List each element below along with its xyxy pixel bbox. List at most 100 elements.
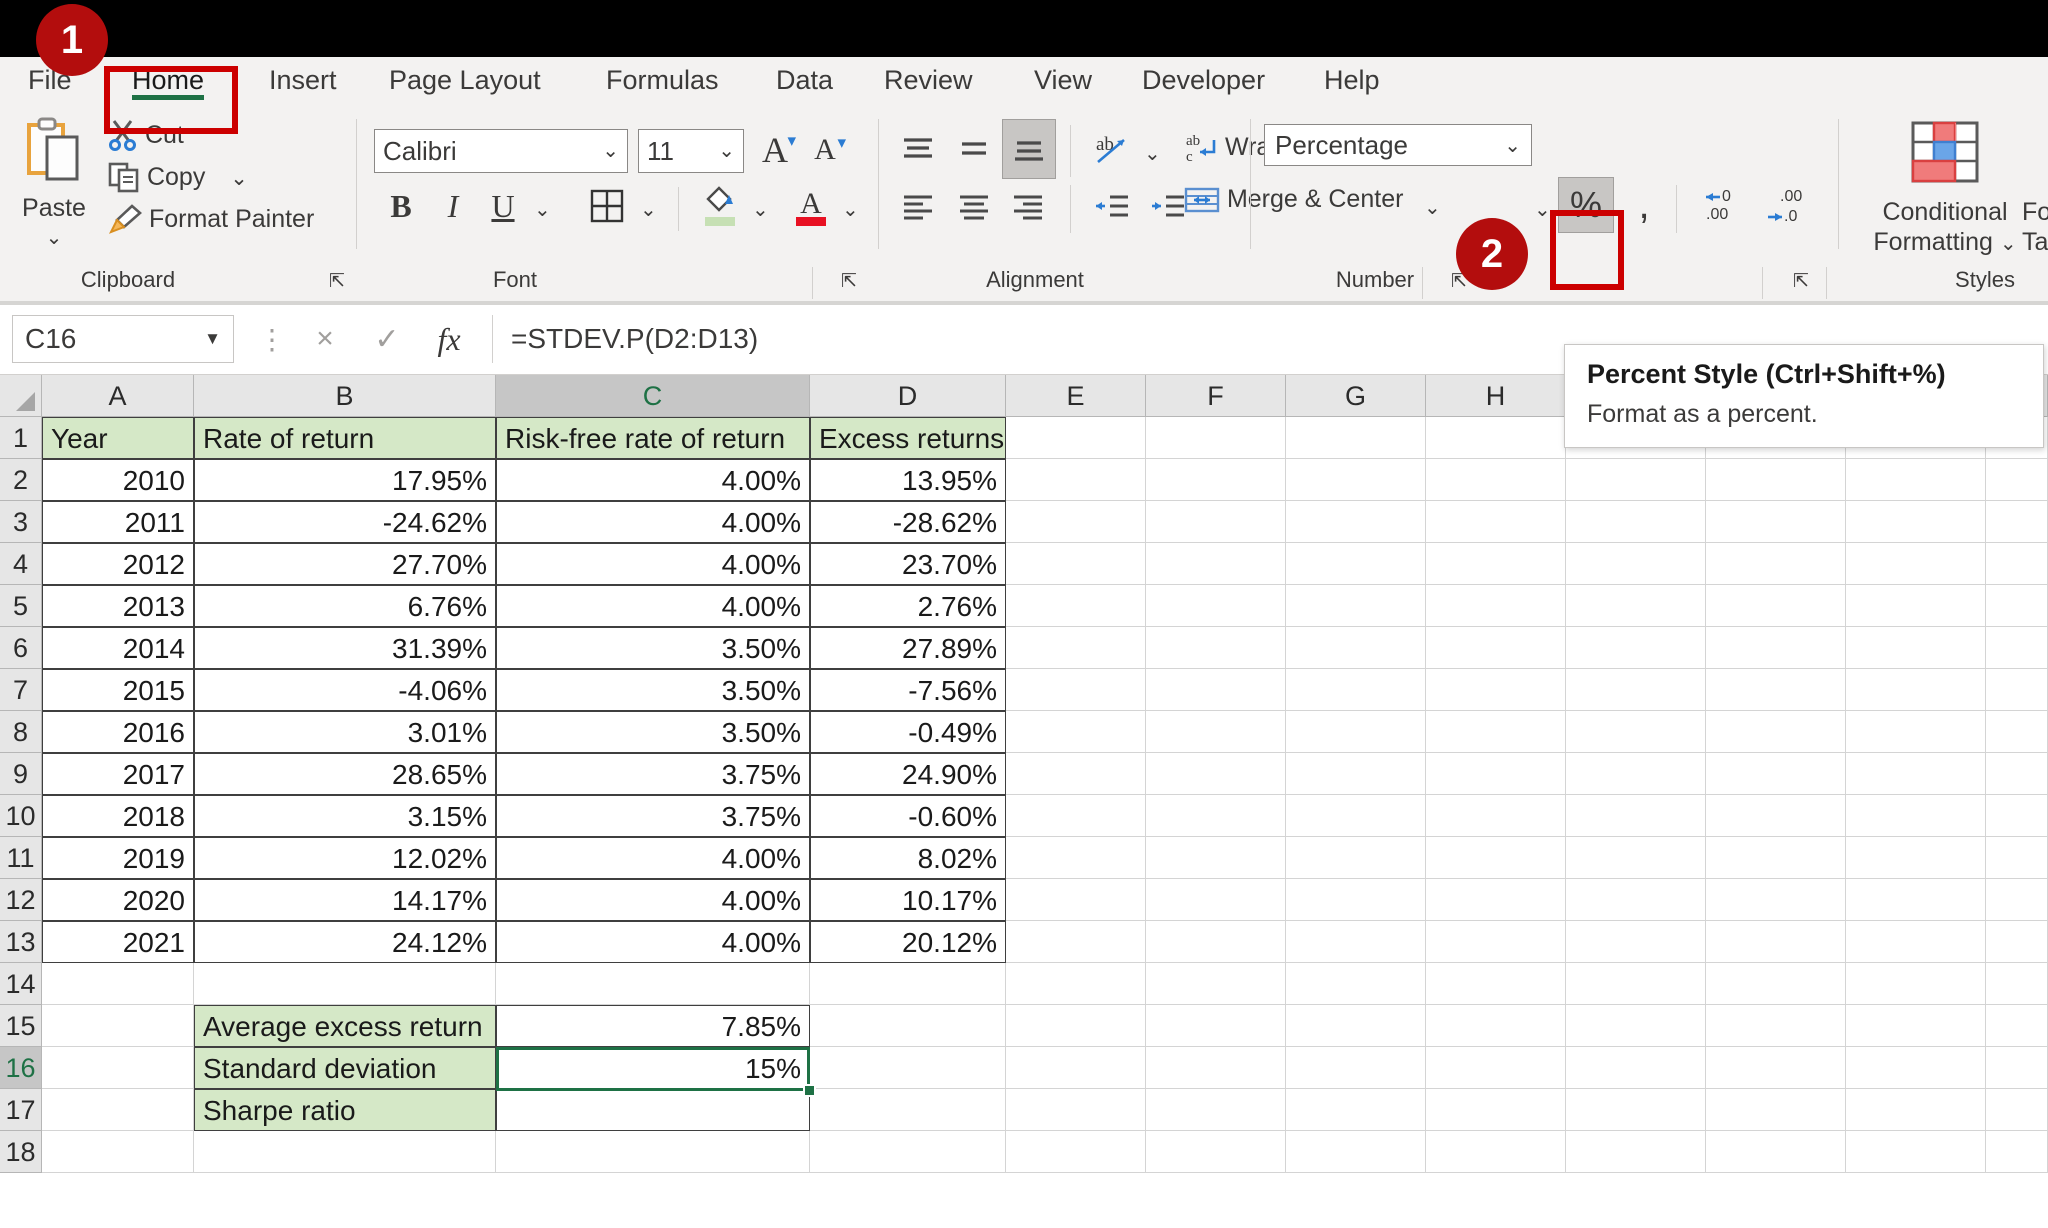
cell-a8[interactable]: 2016	[42, 711, 194, 753]
row-header-3[interactable]: 3	[0, 501, 42, 543]
cell-b15[interactable]: Average excess return	[194, 1005, 496, 1047]
number-format-select[interactable]: Percentage ⌄	[1264, 124, 1532, 166]
cell-d13[interactable]: 20.12%	[810, 921, 1006, 963]
increase-decimal-button[interactable]: 0 .00	[1692, 177, 1752, 233]
fill-color-button[interactable]	[694, 179, 746, 233]
row-header-14[interactable]: 14	[0, 963, 42, 1005]
tab-data[interactable]: Data	[762, 57, 847, 105]
cell-c5[interactable]: 4.00%	[496, 585, 810, 627]
cell-c13[interactable]: 4.00%	[496, 921, 810, 963]
cell-c9[interactable]: 3.75%	[496, 753, 810, 795]
cell-a3[interactable]: 2011	[42, 501, 194, 543]
font-name-chevron-down-icon[interactable]: ⌄	[602, 138, 619, 164]
cell-d1-header[interactable]: Excess returns	[810, 417, 1006, 459]
row-header-12[interactable]: 12	[0, 879, 42, 921]
insert-function-button[interactable]: fx	[420, 315, 478, 363]
orientation-chevron-down-icon[interactable]: ⌄	[1144, 141, 1161, 166]
cell-a7[interactable]: 2015	[42, 669, 194, 711]
tab-page-layout[interactable]: Page Layout	[375, 57, 555, 105]
decrease-font-size-button[interactable]: A ▾	[802, 125, 848, 175]
font-size-input[interactable]: 11 ⌄	[638, 129, 744, 173]
cell-b2[interactable]: 17.95%	[194, 459, 496, 501]
font-name-input[interactable]: Calibri ⌄	[374, 129, 628, 173]
column-header-b[interactable]: B	[194, 375, 496, 417]
cell-c1-header[interactable]: Risk-free rate of return	[496, 417, 810, 459]
cell-a2[interactable]: 2010	[42, 459, 194, 501]
cell-d3[interactable]: -28.62%	[810, 501, 1006, 543]
fill-handle[interactable]	[803, 1084, 816, 1097]
cell-c4[interactable]: 4.00%	[496, 543, 810, 585]
tab-developer[interactable]: Developer	[1128, 57, 1279, 105]
cell-d11[interactable]: 8.02%	[810, 837, 1006, 879]
cell-b9[interactable]: 28.65%	[194, 753, 496, 795]
number-format-more-chevron-icon[interactable]: ⌄	[1534, 197, 1551, 222]
cell-d10[interactable]: -0.60%	[810, 795, 1006, 837]
merge-center-button[interactable]: Merge & Center	[1184, 179, 1403, 219]
cell-b5[interactable]: 6.76%	[194, 585, 496, 627]
cell-c17[interactable]	[496, 1089, 810, 1131]
font-size-chevron-down-icon[interactable]: ⌄	[718, 138, 735, 164]
cell-b17[interactable]: Sharpe ratio	[194, 1089, 496, 1131]
tab-help[interactable]: Help	[1310, 57, 1394, 105]
tab-insert[interactable]: Insert	[255, 57, 351, 105]
cell-c3[interactable]: 4.00%	[496, 501, 810, 543]
underline-chevron-down-icon[interactable]: ⌄	[534, 197, 551, 222]
orientation-button[interactable]: ab	[1086, 125, 1138, 175]
row-header-6[interactable]: 6	[0, 627, 42, 669]
cell-a11[interactable]: 2019	[42, 837, 194, 879]
cell-c6[interactable]: 3.50%	[496, 627, 810, 669]
cell-c16[interactable]: 15%	[496, 1047, 810, 1089]
column-header-c[interactable]: C	[496, 375, 810, 417]
format-painter-button[interactable]: Format Painter	[108, 199, 314, 239]
row-header-18[interactable]: 18	[0, 1131, 42, 1173]
cell-c8[interactable]: 3.50%	[496, 711, 810, 753]
decrease-indent-button[interactable]	[1086, 183, 1138, 231]
cell-c11[interactable]: 4.00%	[496, 837, 810, 879]
paste-chevron-down-icon[interactable]: ⌄	[14, 225, 94, 250]
cell-c12[interactable]: 4.00%	[496, 879, 810, 921]
fill-color-chevron-down-icon[interactable]: ⌄	[752, 197, 769, 222]
borders-chevron-down-icon[interactable]: ⌄	[640, 197, 657, 222]
cell-d9[interactable]: 24.90%	[810, 753, 1006, 795]
row-header-8[interactable]: 8	[0, 711, 42, 753]
cell-b6[interactable]: 31.39%	[194, 627, 496, 669]
tab-view[interactable]: View	[1020, 57, 1106, 105]
conditional-formatting-button[interactable]: Conditional Formatting ⌄	[1852, 119, 2038, 259]
cell-a10[interactable]: 2018	[42, 795, 194, 837]
align-middle-button[interactable]	[948, 125, 1000, 175]
number-format-chevron-down-icon[interactable]: ⌄	[1504, 133, 1521, 158]
font-color-chevron-down-icon[interactable]: ⌄	[842, 197, 859, 222]
row-header-2[interactable]: 2	[0, 459, 42, 501]
cell-b7[interactable]: -4.06%	[194, 669, 496, 711]
italic-button[interactable]: I	[432, 181, 474, 231]
cell-b1-header[interactable]: Rate of return	[194, 417, 496, 459]
cell-c7[interactable]: 3.50%	[496, 669, 810, 711]
cell-b13[interactable]: 24.12%	[194, 921, 496, 963]
underline-button[interactable]: U	[480, 181, 526, 231]
row-header-7[interactable]: 7	[0, 669, 42, 711]
cell-a4[interactable]: 2012	[42, 543, 194, 585]
name-box-chevron-down-icon[interactable]: ▼	[204, 329, 221, 349]
row-header-11[interactable]: 11	[0, 837, 42, 879]
name-box[interactable]: C16 ▼	[12, 315, 234, 363]
row-header-9[interactable]: 9	[0, 753, 42, 795]
merge-center-chevron-down-icon[interactable]: ⌄	[1424, 195, 1441, 220]
column-header-g[interactable]: G	[1286, 375, 1426, 417]
cell-b11[interactable]: 12.02%	[194, 837, 496, 879]
cell-a5[interactable]: 2013	[42, 585, 194, 627]
cell-d7[interactable]: -7.56%	[810, 669, 1006, 711]
decrease-decimal-button[interactable]: .00 .0	[1756, 177, 1816, 233]
align-top-button[interactable]	[892, 125, 944, 175]
cell-a1-header[interactable]: Year	[42, 417, 194, 459]
select-all-button[interactable]	[0, 375, 42, 417]
cell-b10[interactable]: 3.15%	[194, 795, 496, 837]
row-header-17[interactable]: 17	[0, 1089, 42, 1131]
font-dialog-launcher[interactable]: ⇱	[838, 271, 860, 293]
format-as-table-button[interactable]: Forma Tabl	[2014, 119, 2048, 257]
number-dialog-launcher[interactable]: ⇱	[1790, 271, 1812, 293]
paste-button[interactable]: Paste ⌄	[14, 113, 94, 258]
row-header-13[interactable]: 13	[0, 921, 42, 963]
increase-font-size-button[interactable]: A ▾	[752, 125, 798, 175]
formula-bar-grip[interactable]: ⋮	[258, 323, 286, 356]
cell-d2[interactable]: 13.95%	[810, 459, 1006, 501]
